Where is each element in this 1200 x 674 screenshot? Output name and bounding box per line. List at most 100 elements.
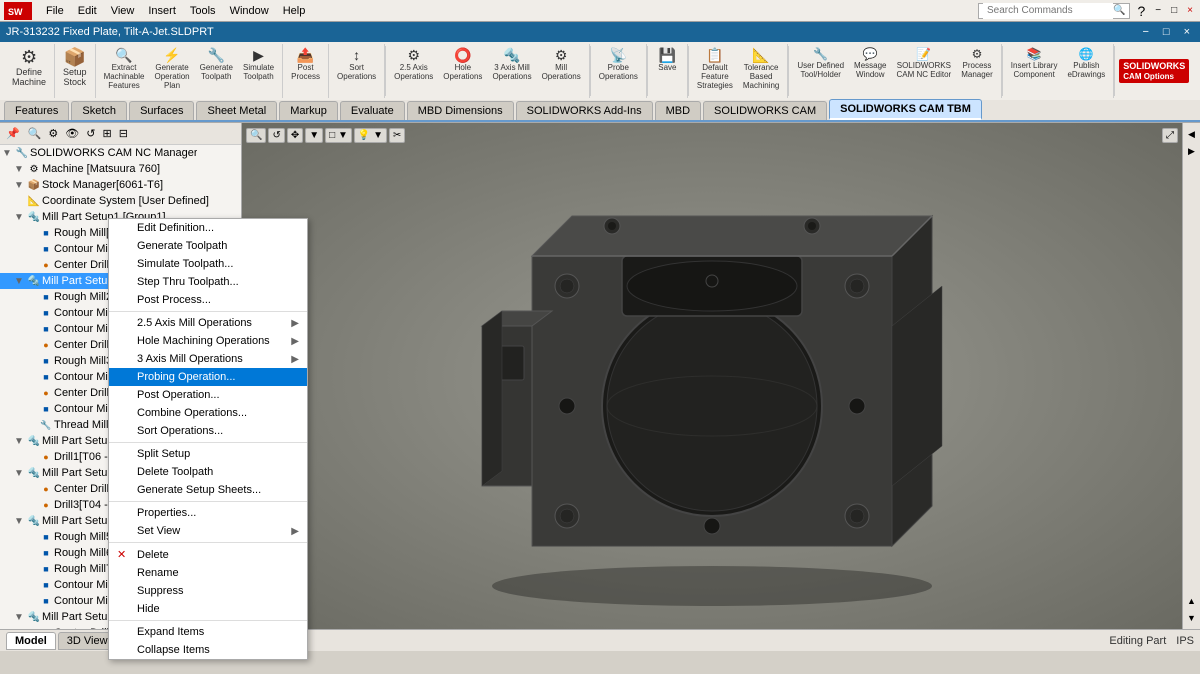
tree-collapse-btn[interactable]: ⊟: [116, 126, 131, 141]
tree-pin-btn[interactable]: 📌: [2, 125, 24, 142]
tolerance-btn[interactable]: 📐 ToleranceBasedMachining: [739, 46, 783, 92]
ctx-sort-ops[interactable]: Sort Operations...: [109, 422, 307, 440]
ctx-split-setup[interactable]: Split Setup: [109, 445, 307, 463]
tree-refresh-btn[interactable]: ↺: [83, 126, 98, 141]
ctx-edit-definition[interactable]: Edit Definition...: [109, 219, 307, 237]
tree-item-stock[interactable]: ▼ 📦 Stock Manager[6061-T6]: [0, 177, 241, 193]
tab-mbd-dim[interactable]: MBD Dimensions: [407, 101, 514, 120]
tree-item-coord[interactable]: 📐 Coordinate System [User Defined]: [0, 193, 241, 209]
vp-display-btn[interactable]: □ ▼: [325, 128, 352, 143]
menu-view[interactable]: View: [105, 3, 141, 19]
vp-zoom-btn[interactable]: 🔍: [246, 128, 266, 143]
vp-expand-btn[interactable]: ⤢: [1162, 128, 1178, 143]
25axis-btn[interactable]: ⚙ 2.5 AxisOperations: [390, 46, 437, 83]
generate-toolpath-btn[interactable]: 🔧 GenerateToolpath: [196, 46, 237, 92]
simulate-toolpath-btn[interactable]: ▶ SimulateToolpath: [239, 46, 278, 92]
ctx-post-process[interactable]: Post Process...: [109, 291, 307, 309]
solidworks-logo: SW: [4, 2, 32, 20]
vp-view-btn[interactable]: ▼: [305, 128, 323, 143]
process-mgr-btn[interactable]: ⚙ ProcessManager: [957, 46, 997, 81]
rt-expand-btn[interactable]: ▶: [1185, 144, 1199, 158]
menu-edit[interactable]: Edit: [72, 3, 103, 19]
tab-evaluate[interactable]: Evaluate: [340, 101, 405, 120]
3axis-btn[interactable]: 🔩 3 Axis MillOperations: [488, 46, 535, 83]
rt-down-btn[interactable]: ▼: [1185, 611, 1199, 625]
ctx-post-operation[interactable]: Post Operation...: [109, 386, 307, 404]
rt-collapse-btn[interactable]: ◀: [1185, 127, 1199, 141]
message-window-btn[interactable]: 💬 MessageWindow: [850, 46, 890, 81]
ctx-25axis-ops[interactable]: 2.5 Axis Mill Operations ▶: [109, 314, 307, 332]
win-min-btn[interactable]: −: [1138, 25, 1152, 39]
ctx-hide[interactable]: Hide: [109, 600, 307, 618]
post-process-btn[interactable]: 📤 PostProcess: [287, 46, 324, 83]
hole-op-btn[interactable]: ⭕ HoleOperations: [439, 46, 486, 83]
menu-help[interactable]: Help: [277, 3, 312, 19]
extract-machinable-btn[interactable]: 🔍 ExtractMachinableFeatures: [100, 46, 149, 92]
nc-editor-btn[interactable]: 📝 SOLIDWORKSCAM NC Editor: [893, 46, 956, 81]
help-btn[interactable]: ?: [1134, 3, 1148, 19]
ctx-suppress[interactable]: Suppress: [109, 582, 307, 600]
tree-filter-btn[interactable]: ⚙: [45, 126, 61, 141]
define-btn[interactable]: ⚙ DefineMachine: [8, 46, 50, 89]
edrawings-btn[interactable]: 🌐 PublisheDrawings: [1063, 46, 1109, 81]
tab-sw-addins[interactable]: SOLIDWORKS Add-Ins: [516, 101, 653, 120]
toolbar-group-probe: 📡 ProbeOperations: [591, 44, 647, 98]
ctx-generate-toolpath[interactable]: Generate Toolpath: [109, 237, 307, 255]
ctx-set-view[interactable]: Set View ▶: [109, 522, 307, 540]
restore-btn[interactable]: □: [1168, 5, 1180, 16]
right-toolbar: ◀ ▶ ▲ ▼: [1182, 123, 1200, 629]
search-commands-input[interactable]: [983, 3, 1113, 19]
ctx-3axis-ops[interactable]: 3 Axis Mill Operations ▶: [109, 350, 307, 368]
toolbar-group-cam-addons: 🔧 User DefinedTool/Holder 💬 MessageWindo…: [789, 44, 1001, 98]
ctx-step-thru-toolpath[interactable]: Step Thru Toolpath...: [109, 273, 307, 291]
stock-btn[interactable]: 📦 SetupStock: [59, 46, 91, 89]
close-btn[interactable]: ×: [1184, 5, 1196, 16]
tab-sw-cam[interactable]: SOLIDWORKS CAM: [703, 101, 827, 120]
tree-item-machine[interactable]: ▼ ⚙ Machine [Matsuura 760]: [0, 161, 241, 177]
vp-rotate-btn[interactable]: ↺: [268, 128, 284, 143]
ctx-probing-operation[interactable]: Probing Operation...: [109, 368, 307, 386]
vp-section-btn[interactable]: ✂: [389, 128, 405, 143]
viewport[interactable]: 🔍 ↺ ✥ ▼ □ ▼ 💡 ▼ ✂ ⤢: [242, 123, 1182, 629]
default-feature-btn[interactable]: 📋 DefaultFeatureStrategies: [693, 46, 737, 92]
ctx-hole-machining-ops[interactable]: Hole Machining Operations ▶: [109, 332, 307, 350]
tool-holder-btn[interactable]: 🔧 User DefinedTool/Holder: [793, 46, 848, 81]
tab-sw-cam-tbm[interactable]: SOLIDWORKS CAM TBM: [829, 99, 982, 120]
ctx-expand-items[interactable]: Expand Items: [109, 623, 307, 641]
library-component-btn[interactable]: 📚 Insert LibraryComponent: [1007, 46, 1062, 81]
status-tab-model[interactable]: Model: [6, 632, 56, 650]
ctx-rename[interactable]: Rename: [109, 564, 307, 582]
tree-expand-btn[interactable]: ⊞: [99, 126, 114, 141]
ctx-simulate-toolpath[interactable]: Simulate Toolpath...: [109, 255, 307, 273]
ctx-delete-toolpath[interactable]: Delete Toolpath: [109, 463, 307, 481]
minimize-btn[interactable]: −: [1152, 5, 1164, 16]
tab-sheet-metal[interactable]: Sheet Metal: [196, 101, 277, 120]
vp-pan-btn[interactable]: ✥: [287, 128, 303, 143]
tab-mbd[interactable]: MBD: [655, 101, 701, 120]
tree-item-cam-manager[interactable]: ▼ 🔧 SOLIDWORKS CAM NC Manager: [0, 145, 241, 161]
ctx-delete[interactable]: ✕ Delete: [109, 545, 307, 564]
sort-op-btn[interactable]: ↕ SortOperations: [333, 46, 380, 83]
rt-up-btn[interactable]: ▲: [1185, 594, 1199, 608]
probe-op-btn[interactable]: 📡 ProbeOperations: [595, 46, 642, 83]
generate-op-btn[interactable]: ⚡ GenerateOperationPlan: [150, 46, 193, 92]
ctx-combine-ops[interactable]: Combine Operations...: [109, 404, 307, 422]
win-max-btn[interactable]: □: [1159, 25, 1174, 39]
ctx-gen-setup-sheets[interactable]: Generate Setup Sheets...: [109, 481, 307, 499]
tab-sketch[interactable]: Sketch: [71, 101, 127, 120]
vp-lighting-btn[interactable]: 💡 ▼: [354, 128, 387, 143]
tab-surfaces[interactable]: Surfaces: [129, 101, 194, 120]
menu-tools[interactable]: Tools: [184, 3, 222, 19]
win-close-btn[interactable]: ×: [1180, 25, 1194, 39]
ctx-collapse-items[interactable]: Collapse Items: [109, 641, 307, 659]
mill-op-btn[interactable]: ⚙ MillOperations: [538, 46, 585, 83]
ctx-properties[interactable]: Properties...: [109, 504, 307, 522]
tab-features[interactable]: Features: [4, 101, 69, 120]
menu-insert[interactable]: Insert: [142, 3, 182, 19]
menu-file[interactable]: File: [40, 3, 70, 19]
menu-window[interactable]: Window: [224, 3, 275, 19]
tree-hide-btn[interactable]: 👁: [62, 126, 82, 141]
tab-markup[interactable]: Markup: [279, 101, 338, 120]
tree-search-btn[interactable]: 🔍: [25, 126, 45, 141]
save-btn[interactable]: 💾 Save: [654, 46, 680, 74]
